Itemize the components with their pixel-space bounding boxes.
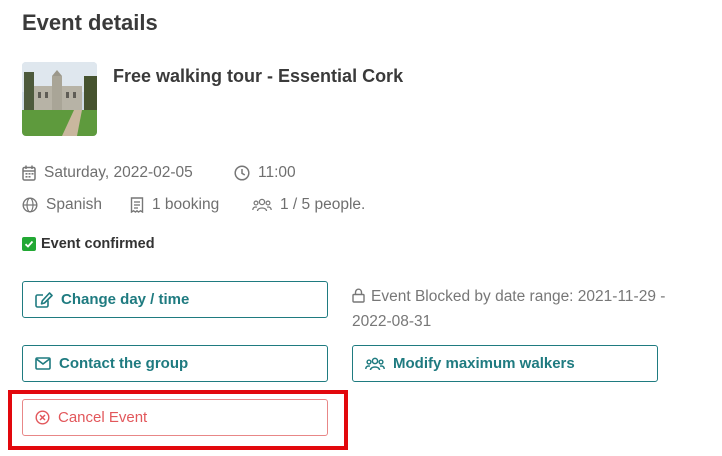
change-day-time-label: Change day / time <box>61 291 190 308</box>
blocked-notice-text: Event Blocked by date range: 2021-11-29 … <box>352 288 666 330</box>
event-bookings-text: 1 booking <box>152 196 220 213</box>
event-people-text: 1 / 5 people. <box>280 196 366 213</box>
receipt-icon <box>130 197 144 213</box>
event-people: 1 / 5 people. <box>252 196 365 214</box>
globe-icon <box>22 197 38 213</box>
event-name: Free walking tour - Essential Cork <box>113 66 404 86</box>
lock-icon <box>352 288 365 303</box>
highlight-frame <box>8 390 348 450</box>
clock-icon <box>234 165 250 181</box>
event-status: Event confirmed <box>22 236 155 252</box>
edit-icon <box>35 291 53 308</box>
event-time-text: 11:00 <box>258 164 296 181</box>
modify-maximum-walkers-button[interactable]: Modify maximum walkers <box>352 345 658 382</box>
event-language: Spanish <box>22 196 102 214</box>
contact-group-button[interactable]: Contact the group <box>22 345 328 382</box>
modify-maximum-walkers-label: Modify maximum walkers <box>393 355 575 372</box>
event-date: Saturday, 2022-02-05 <box>22 164 193 182</box>
event-language-text: Spanish <box>46 196 103 213</box>
blocked-notice: Event Blocked by date range: 2021-11-29 … <box>352 284 672 334</box>
contact-group-label: Contact the group <box>59 355 189 372</box>
event-date-text: Saturday, 2022-02-05 <box>44 164 193 181</box>
people-icon <box>252 198 272 212</box>
event-time: 11:00 <box>234 164 296 182</box>
event-status-label: Event confirmed <box>41 236 155 252</box>
users-icon <box>365 357 385 370</box>
envelope-icon <box>35 357 51 370</box>
page-title: Event details <box>22 10 158 35</box>
calendar-icon <box>22 165 36 181</box>
event-bookings: 1 booking <box>130 196 219 214</box>
event-thumbnail <box>22 62 97 136</box>
check-icon <box>22 237 36 251</box>
change-day-time-button[interactable]: Change day / time <box>22 281 328 318</box>
